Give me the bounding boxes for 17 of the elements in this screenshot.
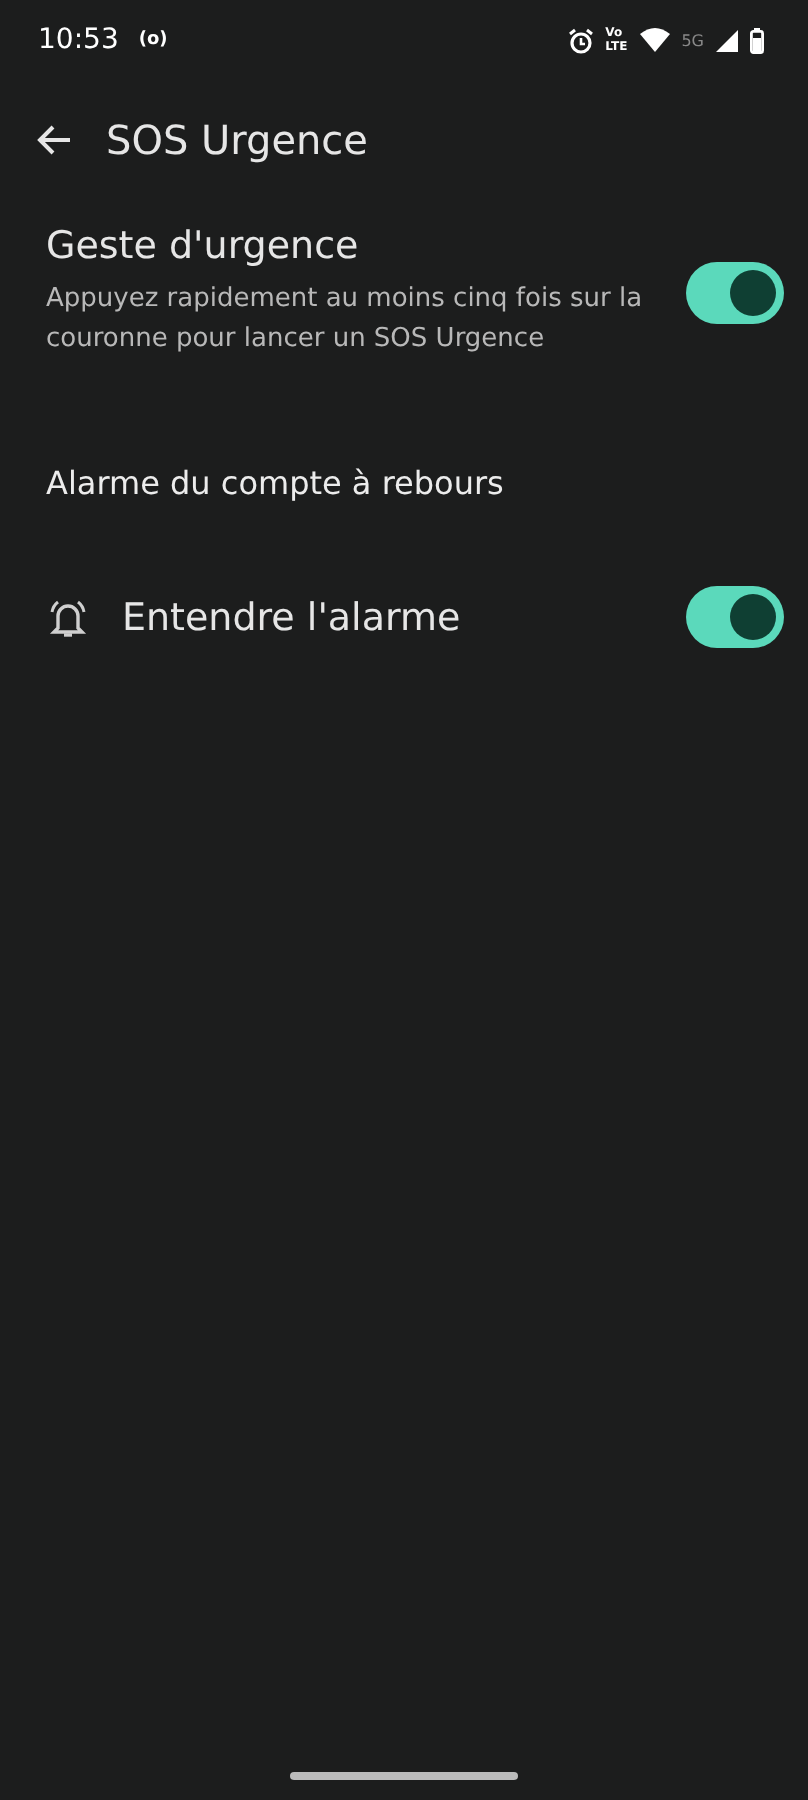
page-title: SOS Urgence <box>106 116 368 164</box>
setting-title: Geste d'urgence <box>46 224 361 268</box>
section-header: Alarme du compte à rebours <box>44 464 506 502</box>
wifi-icon <box>639 28 670 52</box>
battery-icon <box>750 27 764 53</box>
setting-title: Entendre l'alarme <box>122 595 463 639</box>
hotspot-icon: (o) <box>138 30 168 50</box>
toggle-switch[interactable] <box>686 261 784 323</box>
gesture-handle[interactable] <box>290 1772 518 1780</box>
network-type: 5G <box>681 31 704 49</box>
toggle-switch[interactable] <box>686 586 784 648</box>
clock-time: 10:53 <box>38 24 119 56</box>
signal-icon <box>716 29 738 51</box>
setting-summary: Appuyez rapidement au moins cinq fois sur la couronne pour lancer un SOS Urgence <box>46 282 645 358</box>
alarm-clock-icon <box>567 27 594 53</box>
back-arrow-icon[interactable] <box>36 124 72 156</box>
bell-icon <box>46 595 90 639</box>
